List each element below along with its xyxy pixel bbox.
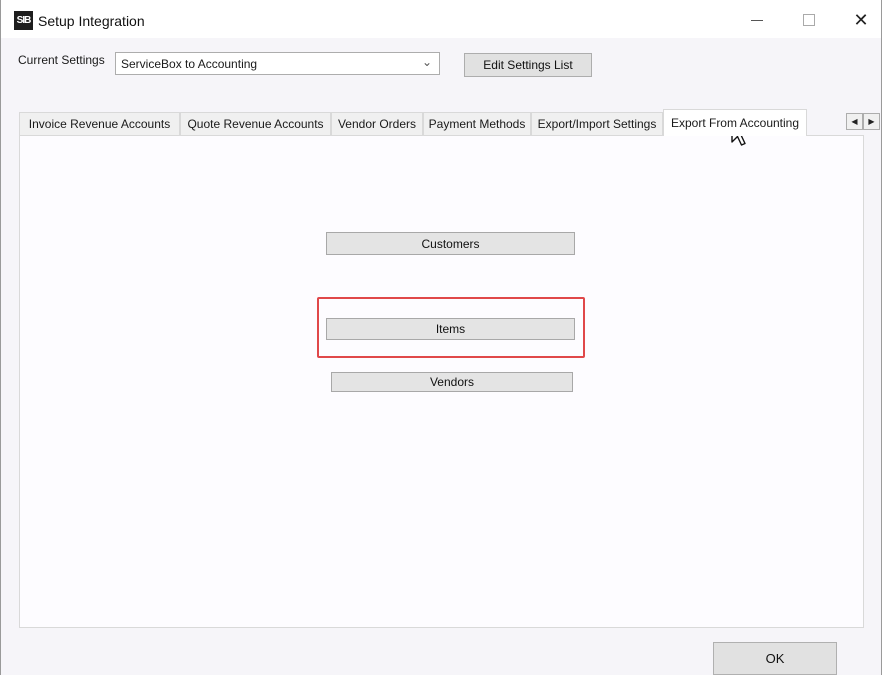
tab-export-import-settings[interactable]: Export/Import Settings	[531, 112, 663, 135]
current-settings-label: Current Settings	[18, 53, 105, 67]
maximize-icon	[803, 14, 815, 26]
minimize-button[interactable]	[737, 6, 777, 34]
items-button[interactable]: Items	[326, 318, 575, 340]
tab-export-from-accounting[interactable]: Export From Accounting	[663, 109, 807, 136]
tab-strip: Invoice Revenue Accounts Quote Revenue A…	[19, 109, 864, 136]
chevron-down-icon: ⌄	[421, 55, 432, 69]
title-bar: SIB Setup Integration ✕	[1, 0, 881, 38]
tab-quote-revenue-accounts[interactable]: Quote Revenue Accounts	[180, 112, 331, 135]
tab-scroll-arrows: ◀ ▶	[846, 113, 880, 130]
app-icon: SIB	[14, 11, 33, 30]
close-button[interactable]: ✕	[841, 6, 881, 34]
customers-button[interactable]: Customers	[326, 232, 575, 255]
current-settings-value: ServiceBox to Accounting	[121, 57, 258, 71]
current-settings-dropdown[interactable]: ServiceBox to Accounting ⌄	[115, 52, 440, 75]
tab-invoice-revenue-accounts[interactable]: Invoice Revenue Accounts	[19, 112, 180, 135]
tab-payment-methods[interactable]: Payment Methods	[423, 112, 531, 135]
setup-integration-window: SIB Setup Integration ✕ Current Settings…	[0, 0, 882, 675]
close-icon: ✕	[853, 10, 869, 30]
minimize-icon	[751, 19, 763, 21]
edit-settings-list-button[interactable]: Edit Settings List	[464, 53, 592, 77]
arrow-right-icon[interactable]: ▶	[863, 113, 880, 130]
arrow-left-icon[interactable]: ◀	[846, 113, 863, 130]
maximize-button[interactable]	[789, 6, 829, 34]
vendors-button[interactable]: Vendors	[331, 372, 573, 392]
ok-button[interactable]: OK	[713, 642, 837, 675]
window-title: Setup Integration	[38, 13, 145, 29]
tab-vendor-orders[interactable]: Vendor Orders	[331, 112, 423, 135]
